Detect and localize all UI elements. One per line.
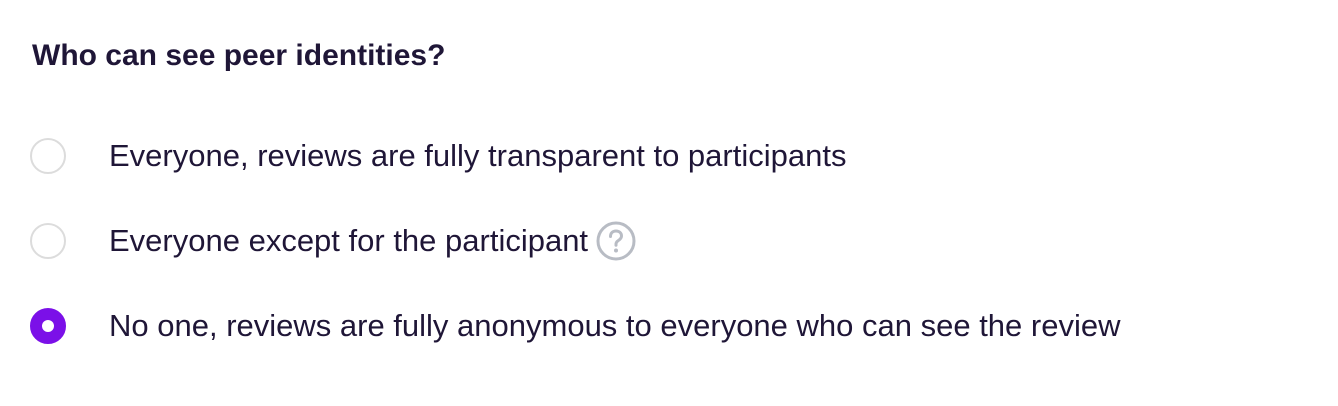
option-everyone-except-participant[interactable]: Everyone except for the participant [30, 219, 636, 263]
visibility-radio-group: Everyone, reviews are fully transparent … [0, 0, 1338, 406]
radio-button-checked[interactable] [30, 308, 66, 344]
option-label: Everyone except for the participant [109, 223, 589, 258]
option-fully-transparent[interactable]: Everyone, reviews are fully transparent … [30, 134, 846, 178]
question-circle-icon[interactable] [596, 221, 636, 261]
radio-button-unchecked[interactable] [30, 223, 66, 259]
option-label: No one, reviews are fully anonymous to e… [109, 308, 1121, 343]
option-fully-anonymous[interactable]: No one, reviews are fully anonymous to e… [30, 304, 1120, 348]
option-label: Everyone, reviews are fully transparent … [109, 138, 847, 173]
radio-button-unchecked[interactable] [30, 138, 66, 174]
